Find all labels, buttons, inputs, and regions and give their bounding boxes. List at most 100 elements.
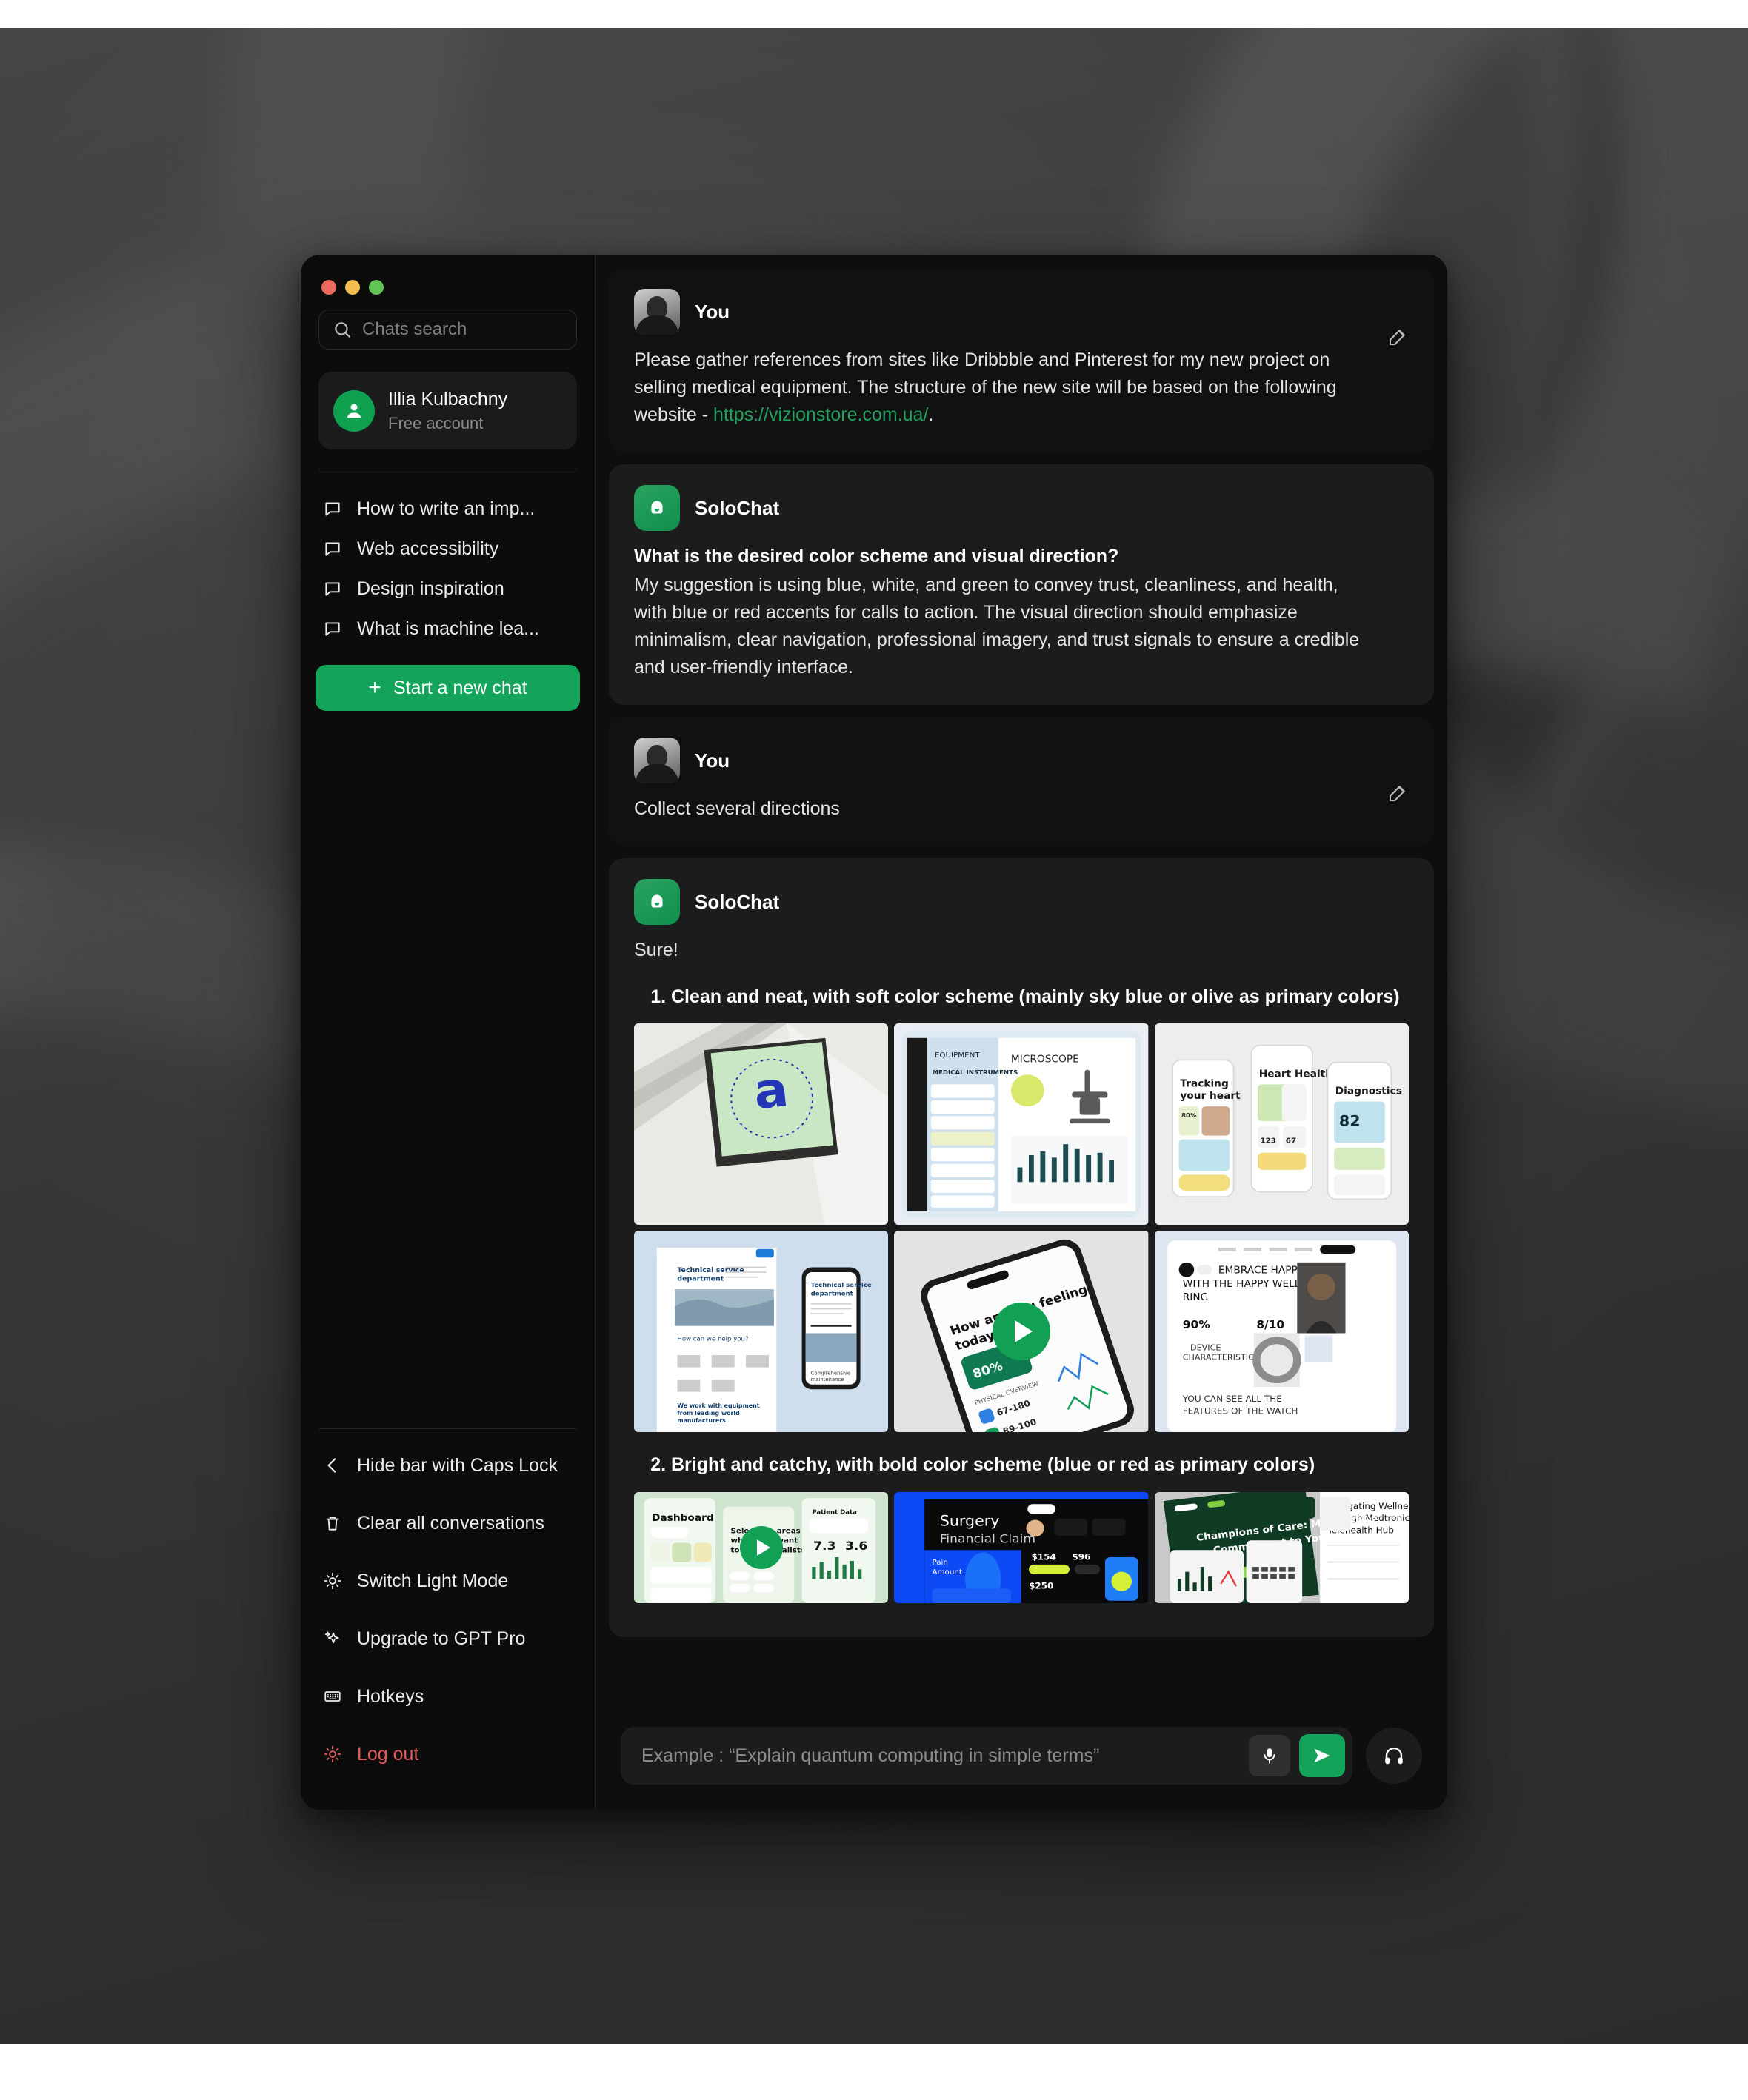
menu-item-label: Hotkeys (357, 1685, 424, 1707)
headphones-icon (1385, 1747, 1403, 1765)
menu-item-log-out[interactable]: Log out (316, 1725, 580, 1783)
thumbnail-medical-equipment-dashboard[interactable]: EQUIPMENT MEDICAL INSTRUMENTS MICROSCOPE (894, 1023, 1149, 1225)
search-input[interactable] (362, 319, 592, 340)
edit-message-icon[interactable] (1387, 326, 1409, 348)
chats-search-box[interactable] (318, 310, 592, 350)
menu-item-hide-bar[interactable]: Hide bar with Caps Lock (316, 1437, 580, 1494)
message-link[interactable]: https://vizionstore.com.ua/ (713, 404, 928, 425)
svg-text:67: 67 (1285, 1137, 1295, 1146)
chat-list-item-3[interactable]: What is machine lea... (316, 609, 580, 649)
message-author: SoloChat (695, 496, 780, 519)
message-body: Please gather references from sites like… (634, 347, 1375, 429)
message-user-1: You Please gather references from sites … (609, 268, 1434, 452)
chat-list-item-2[interactable]: Design inspiration (316, 569, 580, 609)
menu-item-switch-light-mode[interactable]: Switch Light Mode (316, 1552, 580, 1610)
avatar (634, 485, 680, 531)
message-header: You (634, 289, 1409, 335)
svg-text:80%: 80% (1181, 1111, 1197, 1119)
solochat-logo-icon (651, 501, 663, 514)
chat-bubble-icon (325, 582, 340, 596)
thumbnail-surgery-financial-claim-app[interactable]: Surgery Financial Claim Pain Amount $154 (894, 1491, 1149, 1603)
minimize-window-button[interactable] (345, 280, 360, 295)
svg-text:manufacturers: manufacturers (677, 1417, 726, 1424)
svg-text:$96: $96 (1073, 1551, 1091, 1562)
search-icon (335, 322, 350, 338)
svg-text:EQUIPMENT: EQUIPMENT (935, 1052, 981, 1060)
svg-text:Tracking: Tracking (1180, 1079, 1228, 1090)
play-video-button[interactable] (992, 1303, 1050, 1361)
svg-text:Diagnostics: Diagnostics (1335, 1086, 1401, 1097)
person-icon (347, 404, 361, 418)
message-input-bar[interactable] (621, 1727, 1352, 1785)
start-new-chat-label: Start a new chat (393, 677, 527, 698)
svg-text:3.6: 3.6 (845, 1538, 867, 1552)
avatar (333, 389, 375, 432)
menu-item-label: Hide bar with Caps Lock (357, 1454, 558, 1476)
thumbnail-how-are-you-feeling-today-app[interactable]: How are you feeling today? 80% PHYSICAL … (894, 1231, 1149, 1433)
svg-text:RING: RING (1182, 1292, 1207, 1303)
svg-text:CHARACTERISTICS: CHARACTERISTICS (1182, 1353, 1258, 1362)
menu-item-upgrade-gpt-pro[interactable]: Upgrade to GPT Pro (316, 1610, 580, 1668)
direction-item-1: Clean and neat, with soft color scheme (… (671, 983, 1409, 1010)
thumbnail-heart-health-mobile-app[interactable]: Tracking your heart 80% Heart Health 123… (1154, 1023, 1409, 1225)
chat-list-item-label: Design inspiration (357, 578, 504, 599)
thumbnail-alfie-health-inside-sign[interactable]: a (634, 1023, 889, 1225)
svg-text:How can we help you?: How can we help you? (677, 1335, 748, 1342)
close-window-button[interactable] (321, 280, 336, 295)
start-new-chat-button[interactable]: + Start a new chat (316, 665, 580, 711)
svg-text:MICROSCOPE: MICROSCOPE (1011, 1054, 1079, 1066)
svg-text:$154: $154 (1032, 1551, 1056, 1562)
account-card[interactable]: Illia Kulbachny Free account (318, 372, 577, 449)
sidebar-bottom-menu: Hide bar with Caps Lock Clear all conver… (301, 1437, 595, 1810)
message-bot-1: SoloChat What is the desired color schem… (609, 464, 1434, 705)
chat-bubble-icon (325, 542, 340, 556)
chat-list-item-1[interactable]: Web accessibility (316, 529, 580, 569)
zoom-window-button[interactable] (369, 280, 384, 295)
thumbnail-happy-wellness-ring-site[interactable]: EMBRACE HAPPINESS WITH THE HAPPY WELLNES… (1154, 1231, 1409, 1433)
voice-mode-button[interactable] (1366, 1728, 1422, 1784)
svg-text:Heart Health: Heart Health (1258, 1069, 1332, 1080)
play-video-button[interactable] (739, 1525, 783, 1569)
svg-text:Technical service: Technical service (811, 1281, 872, 1288)
message-header: SoloChat (634, 879, 1409, 925)
plus-icon: + (368, 675, 381, 700)
edit-message-icon[interactable] (1387, 782, 1409, 804)
message-thread[interactable]: You Please gather references from sites … (609, 268, 1434, 1705)
svg-text:Dashboard: Dashboard (652, 1513, 714, 1524)
microphone-button[interactable] (1249, 1735, 1290, 1776)
thumbnail-medtronic-telehealth-site[interactable]: Navigating Wellness through Medtronic Te… (1154, 1491, 1409, 1603)
send-button[interactable] (1299, 1734, 1345, 1777)
svg-text:MEDICAL INSTRUMENTS: MEDICAL INSTRUMENTS (933, 1069, 1018, 1077)
search-section (301, 310, 595, 350)
svg-text:your heart: your heart (1180, 1091, 1241, 1103)
menu-item-hotkeys[interactable]: Hotkeys (316, 1668, 580, 1725)
svg-text:Patient Data: Patient Data (812, 1508, 857, 1515)
chat-list-item-0[interactable]: How to write an imp... (316, 489, 580, 529)
message-body: Sure! (634, 940, 678, 960)
thumbnail-technical-service-department-site[interactable]: Technical service department How can we … (634, 1231, 889, 1433)
svg-text:department: department (677, 1275, 724, 1283)
svg-text:from leading world: from leading world (677, 1410, 739, 1417)
reference-gallery-1: a EQUIPMENT MEDICAL INSTRUMENTS MICROSCO… (634, 1023, 1409, 1433)
chat-list-item-label: What is machine lea... (357, 618, 539, 639)
message-input[interactable] (641, 1745, 1240, 1767)
directions-list: Clean and neat, with soft color scheme (… (634, 983, 1409, 1010)
svg-text:a: a (751, 1061, 791, 1121)
menu-item-clear-conversations[interactable]: Clear all conversations (316, 1494, 580, 1552)
svg-text:82: 82 (1339, 1112, 1361, 1130)
message-author: You (695, 749, 730, 772)
message-text: My suggestion is using blue, white, and … (634, 575, 1360, 678)
message-author: SoloChat (695, 890, 780, 913)
menu-item-label: Log out (357, 1743, 419, 1765)
chat-list-item-label: Web accessibility (357, 538, 499, 559)
svg-text:Surgery: Surgery (940, 1512, 1000, 1529)
sun-icon (324, 1745, 341, 1763)
svg-text:maintenance: maintenance (811, 1377, 844, 1382)
chat-bubble-icon (325, 622, 340, 636)
svg-text:$250: $250 (1029, 1580, 1053, 1591)
message-body: Collect several directions (634, 798, 840, 819)
reference-gallery-2: Dashboard Select the areas in which you … (634, 1491, 1409, 1603)
svg-text:Comprehensive: Comprehensive (811, 1371, 851, 1377)
thumbnail-green-dashboard-app[interactable]: Dashboard Select the areas in which you … (634, 1491, 889, 1603)
